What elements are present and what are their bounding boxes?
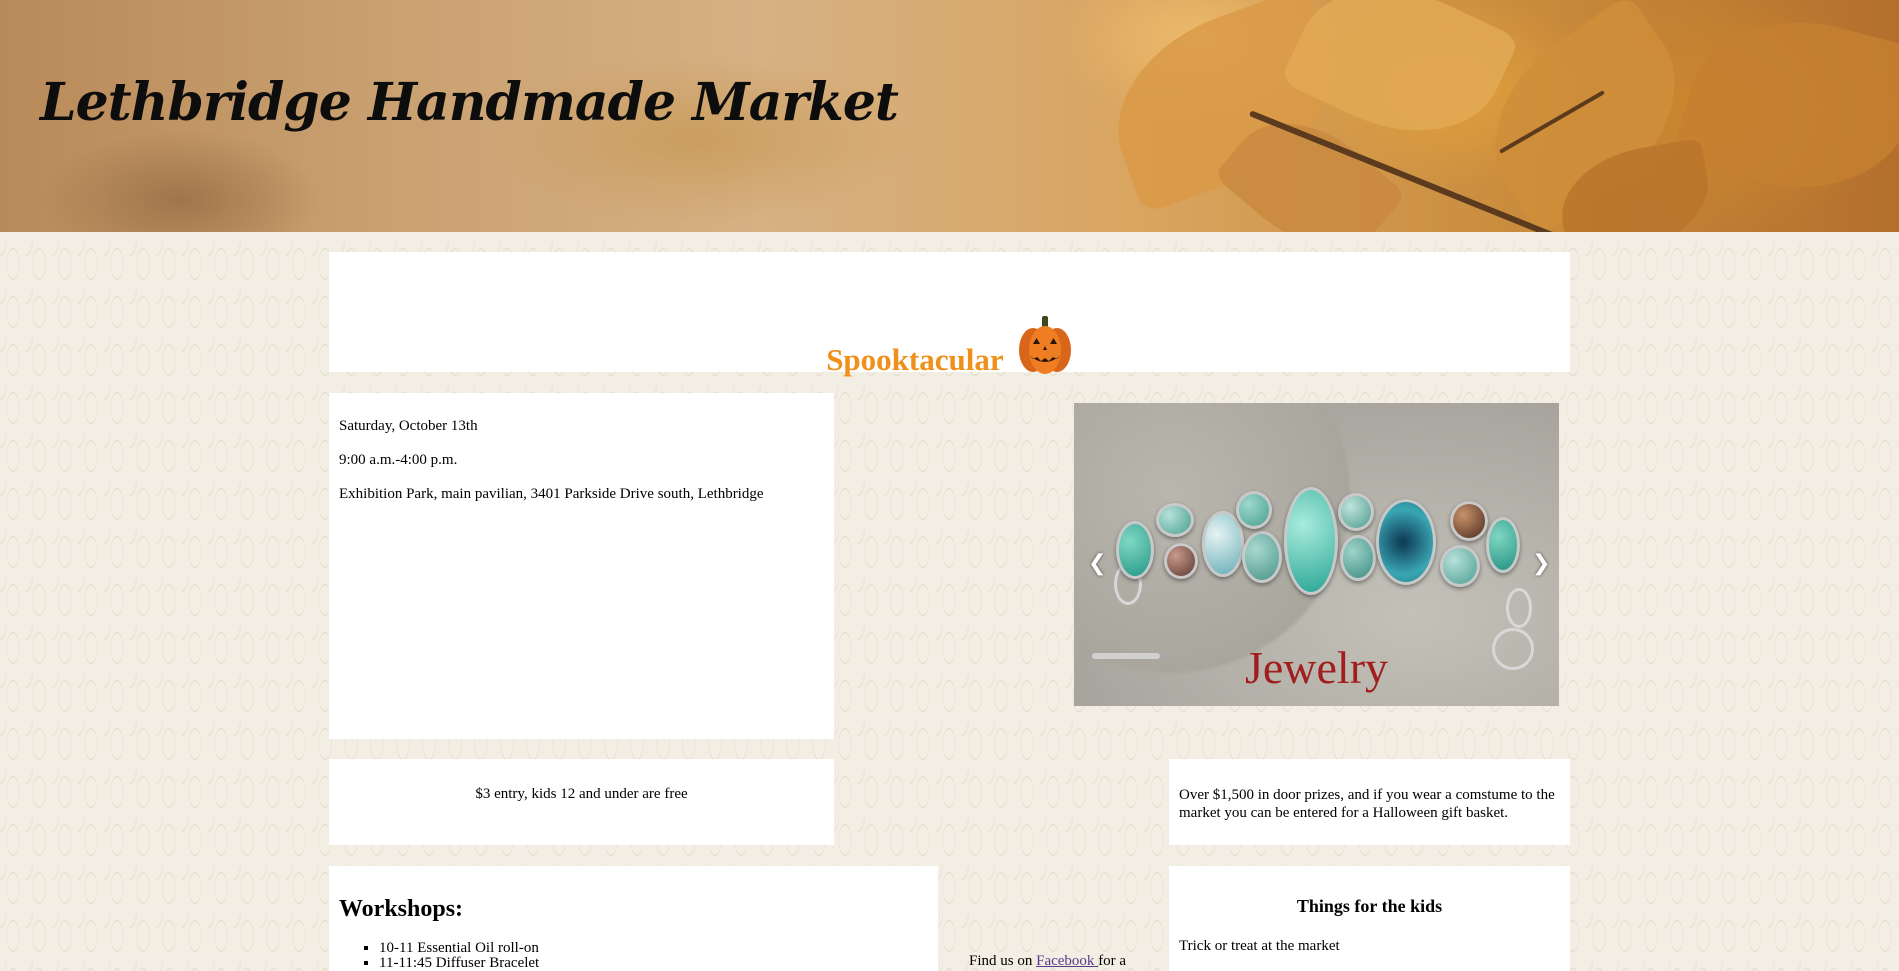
- gem: [1450, 501, 1488, 541]
- image-carousel[interactable]: Jewelry ❮ ❯: [1074, 403, 1559, 706]
- gem: [1284, 487, 1338, 595]
- event-date: Saturday, October 13th: [339, 418, 478, 434]
- event-title-text: Spooktacular: [826, 342, 1004, 377]
- kids-heading: Things for the kids: [1296, 896, 1443, 916]
- list-item: 11-11:45 Diffuser Bracelet: [379, 956, 928, 971]
- workshops-list: 10-11 Essential Oil roll-on 11-11:45 Dif…: [339, 941, 928, 971]
- bracelet-clasp-ring: [1506, 588, 1532, 628]
- workshops-heading: Workshops:: [339, 896, 464, 922]
- list-item: Trick or treat at the market: [1179, 938, 1340, 954]
- chevron-right-icon[interactable]: ❯: [1532, 551, 1550, 576]
- door-prizes-card: Over $1,500 in door prizes, and if you w…: [1169, 759, 1570, 845]
- social-suffix: for a: [1098, 953, 1127, 969]
- facebook-link[interactable]: Facebook: [1036, 953, 1098, 969]
- event-title: Spooktacular: [329, 314, 1570, 378]
- pumpkin-icon: [1017, 314, 1073, 376]
- chevron-left-icon[interactable]: ❮: [1088, 551, 1106, 576]
- site-title[interactable]: Lethbridge Handmade Market: [40, 72, 899, 133]
- gem: [1340, 535, 1376, 581]
- entry-fee-card: $3 entry, kids 12 and under are free: [329, 759, 834, 845]
- kids-card: Things for the kids Trick or treat at th…: [1169, 866, 1570, 971]
- gem: [1338, 493, 1374, 531]
- event-time: 9:00 a.m.-4:00 p.m.: [339, 452, 458, 468]
- event-title-card: Spooktacular: [329, 252, 1570, 377]
- gem: [1486, 517, 1520, 573]
- carousel-caption: Jewelry: [1244, 642, 1389, 693]
- gem: [1164, 543, 1198, 579]
- gem: [1236, 491, 1272, 529]
- gem: [1156, 503, 1194, 537]
- gem: [1376, 499, 1436, 585]
- door-prizes-text: Over $1,500 in door prizes, and if you w…: [1179, 787, 1555, 821]
- gem: [1440, 545, 1480, 587]
- gem: [1116, 521, 1154, 579]
- entry-fee-text: $3 entry, kids 12 and under are free: [475, 786, 688, 802]
- social-text: Find us on Facebook for a: [969, 953, 1126, 970]
- gem: [1202, 511, 1244, 577]
- social-prefix: Find us on: [969, 953, 1037, 969]
- header-banner: Lethbridge Handmade Market: [0, 0, 1899, 232]
- workshops-card: Workshops: 10-11 Essential Oil roll-on 1…: [329, 866, 938, 971]
- event-location: Exhibition Park, main pavilian, 3401 Par…: [339, 486, 764, 502]
- event-info-card: Saturday, October 13th 9:00 a.m.-4:00 p.…: [329, 393, 834, 739]
- gem: [1242, 531, 1282, 583]
- list-item: 10-11 Essential Oil roll-on: [379, 941, 928, 956]
